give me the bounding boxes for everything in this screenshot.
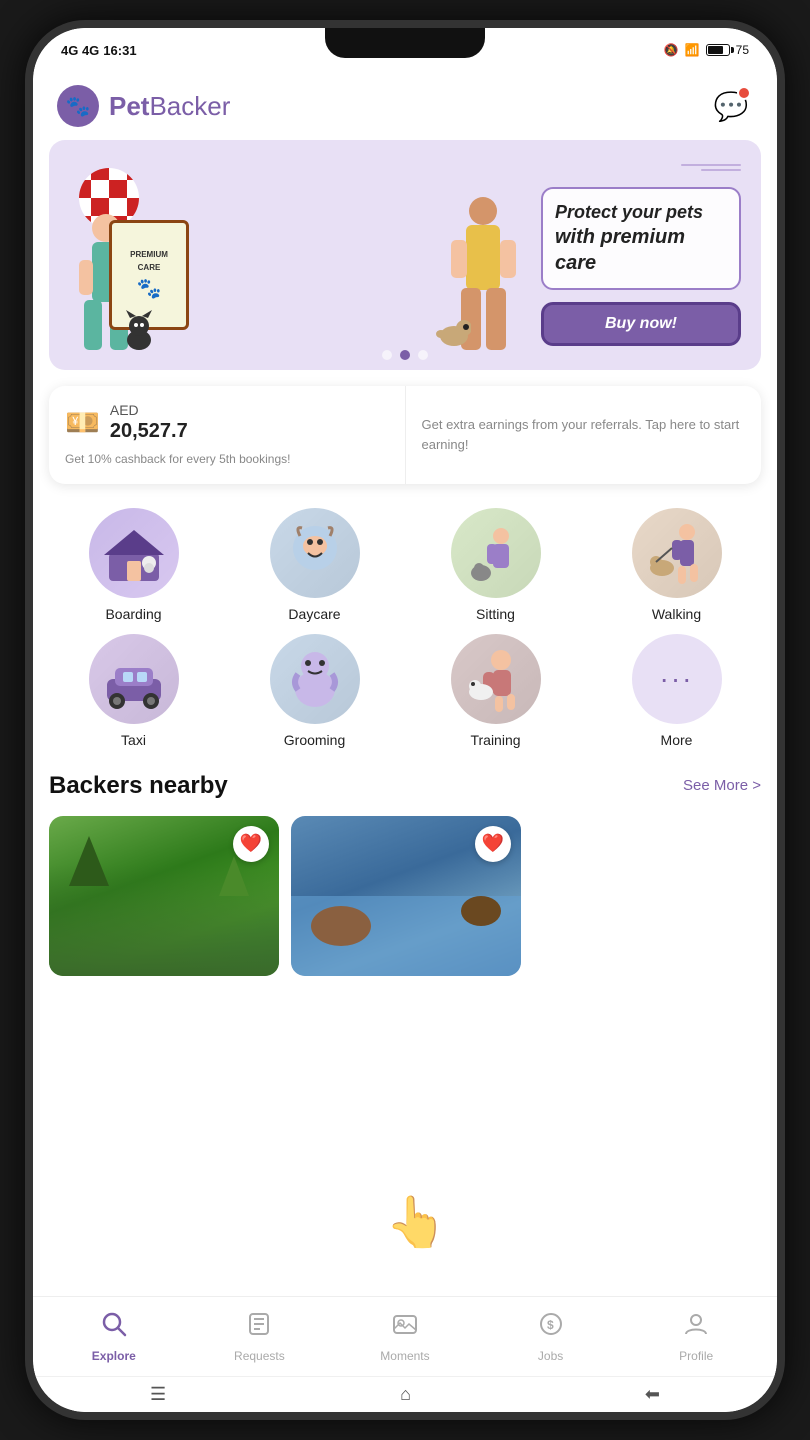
heart-button-1[interactable]: ❤️ (233, 826, 269, 862)
banner-text-area: Protect your pets with premium care Buy … (541, 164, 741, 346)
banner-inner: PREMIUM CARE 🐾 (49, 140, 761, 370)
backer-card-2[interactable]: ❤️ (291, 816, 521, 976)
earnings-left: 💴 AED 20,527.7 Get 10% cashback for ever… (49, 386, 406, 484)
heart-icon-2: ❤️ (482, 833, 504, 854)
nav-label-explore: Explore (92, 1349, 136, 1363)
nav-item-moments[interactable]: Moments (332, 1310, 478, 1363)
service-item-more[interactable]: ··· More (592, 634, 761, 748)
service-circle-sitting (451, 508, 541, 598)
earnings-cta-text: Get extra earnings from your referrals. … (422, 415, 746, 454)
banner-illustration: PREMIUM CARE 🐾 (69, 160, 531, 350)
nav-item-profile[interactable]: Profile (623, 1310, 769, 1363)
service-circle-boarding (89, 508, 179, 598)
service-item-daycare[interactable]: Daycare (230, 508, 399, 622)
service-item-boarding[interactable]: Boarding (49, 508, 218, 622)
nav-item-jobs[interactable]: $ Jobs (478, 1310, 624, 1363)
nav-icon-jobs: $ (537, 1310, 565, 1345)
dot-2 (400, 350, 410, 360)
service-label-sitting: Sitting (476, 606, 515, 622)
service-circle-daycare (270, 508, 360, 598)
heart-button-2[interactable]: ❤️ (475, 826, 511, 862)
nav-icon-moments (391, 1310, 419, 1345)
service-circle-more: ··· (632, 634, 722, 724)
earnings-right[interactable]: Get extra earnings from your referrals. … (406, 386, 762, 484)
chat-button[interactable]: 💬 (709, 84, 753, 128)
logo-emoji: 🐾 (66, 94, 91, 119)
app-title: PetBacker (109, 91, 230, 122)
money-icon: 💴 (65, 406, 100, 439)
home-button[interactable]: ⌂ (400, 1384, 411, 1405)
service-circle-walking (632, 508, 722, 598)
see-more-link[interactable]: See More > (683, 777, 761, 794)
service-item-walking[interactable]: Walking (592, 508, 761, 622)
banner-section[interactable]: PREMIUM CARE 🐾 (49, 140, 761, 370)
bottom-nav: Explore Requests Moments $ Jobs Profile (33, 1296, 777, 1376)
menu-button[interactable]: ☰ (150, 1384, 166, 1405)
heart-icon-1: ❤️ (240, 833, 262, 854)
more-dots-icon: ··· (660, 663, 694, 695)
earnings-sub-text: Get 10% cashback for every 5th bookings! (65, 451, 389, 468)
dot-3 (418, 350, 428, 360)
dot-1 (382, 350, 392, 360)
service-label-boarding: Boarding (105, 606, 161, 622)
logo-area: 🐾 PetBacker (57, 85, 230, 127)
nav-item-requests[interactable]: Requests (187, 1310, 333, 1363)
services-section: Boarding Daycare Sitting Walking Taxi Groomin… (33, 500, 777, 756)
logo-text-bold: Pet (109, 91, 149, 121)
earnings-currency: AED (110, 402, 188, 418)
nav-icon-requests (245, 1310, 273, 1345)
mute-icon: 🔕 (664, 43, 679, 57)
service-label-walking: Walking (652, 606, 701, 622)
earnings-value: 20,527.7 (110, 420, 188, 443)
carrier-label: 4G 4G (61, 43, 99, 58)
backers-grid: ❤️ ❤️ (49, 816, 761, 976)
service-item-training[interactable]: Training (411, 634, 580, 748)
service-label-training: Training (470, 732, 520, 748)
backers-section: Backers nearby See More > ❤️ (33, 756, 777, 984)
backers-header: Backers nearby See More > (49, 772, 761, 800)
nav-label-jobs: Jobs (538, 1349, 563, 1363)
wifi-icon: 📶 (685, 43, 700, 57)
status-bar: 4G 4G 16:31 🔕 📶 75 (33, 28, 777, 72)
nav-label-requests: Requests (234, 1349, 285, 1363)
earnings-card[interactable]: 💴 AED 20,527.7 Get 10% cashback for ever… (49, 386, 761, 484)
nav-item-explore[interactable]: Explore (41, 1310, 187, 1363)
nav-label-profile: Profile (679, 1349, 713, 1363)
banner-dots (382, 350, 428, 360)
time-label: 16:31 (103, 43, 136, 58)
phone-frame: 4G 4G 16:31 🔕 📶 75 🐾 (25, 20, 785, 1420)
back-button[interactable]: ⬅ (645, 1384, 660, 1405)
service-circle-taxi (89, 634, 179, 724)
battery-label: 75 (736, 43, 749, 57)
chat-badge (737, 86, 751, 100)
backer-card-1[interactable]: ❤️ (49, 816, 279, 976)
service-label-more: More (661, 732, 693, 748)
buy-now-button[interactable]: Buy now! (541, 302, 741, 346)
backers-title: Backers nearby (49, 772, 228, 800)
svg-text:$: $ (547, 1318, 554, 1332)
app-header: 🐾 PetBacker 💬 (33, 72, 777, 140)
nav-icon-explore (100, 1310, 128, 1345)
services-grid: Boarding Daycare Sitting Walking Taxi Groomin… (49, 508, 761, 748)
banner-title: Protect your pets with premium care (555, 201, 727, 276)
service-item-sitting[interactable]: Sitting (411, 508, 580, 622)
status-icons: 🔕 📶 75 (664, 43, 749, 57)
carrier-time: 4G 4G 16:31 (61, 43, 137, 58)
service-circle-grooming (270, 634, 360, 724)
service-label-daycare: Daycare (288, 606, 340, 622)
logo-text-normal: Backer (149, 91, 230, 121)
logo-icon: 🐾 (57, 85, 99, 127)
service-label-taxi: Taxi (121, 732, 146, 748)
service-item-grooming[interactable]: Grooming (230, 634, 399, 748)
app-content: 🐾 PetBacker 💬 (33, 72, 777, 1296)
service-circle-training (451, 634, 541, 724)
nav-label-moments: Moments (380, 1349, 429, 1363)
earnings-amount: 💴 AED 20,527.7 (65, 402, 389, 443)
phone-screen: 4G 4G 16:31 🔕 📶 75 🐾 (33, 28, 777, 1412)
nav-icon-profile (682, 1310, 710, 1345)
battery-icon (706, 44, 730, 56)
service-item-taxi[interactable]: Taxi (49, 634, 218, 748)
service-label-grooming: Grooming (284, 732, 345, 748)
system-bar: ☰ ⌂ ⬅ (33, 1376, 777, 1412)
